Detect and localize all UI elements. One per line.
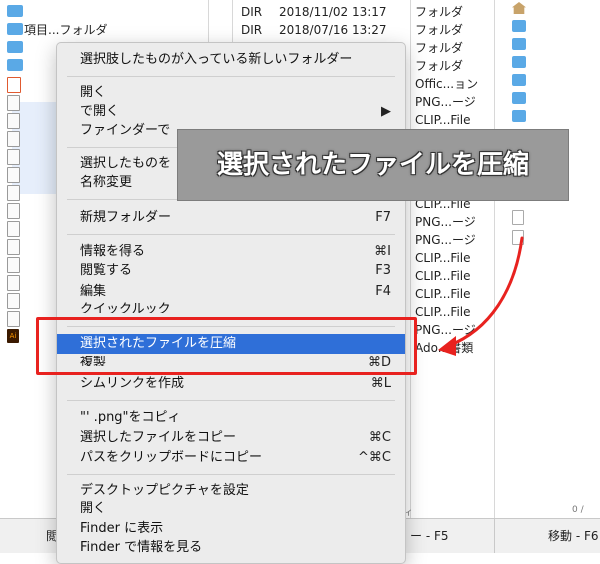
annotation-arrow: [438, 236, 524, 356]
